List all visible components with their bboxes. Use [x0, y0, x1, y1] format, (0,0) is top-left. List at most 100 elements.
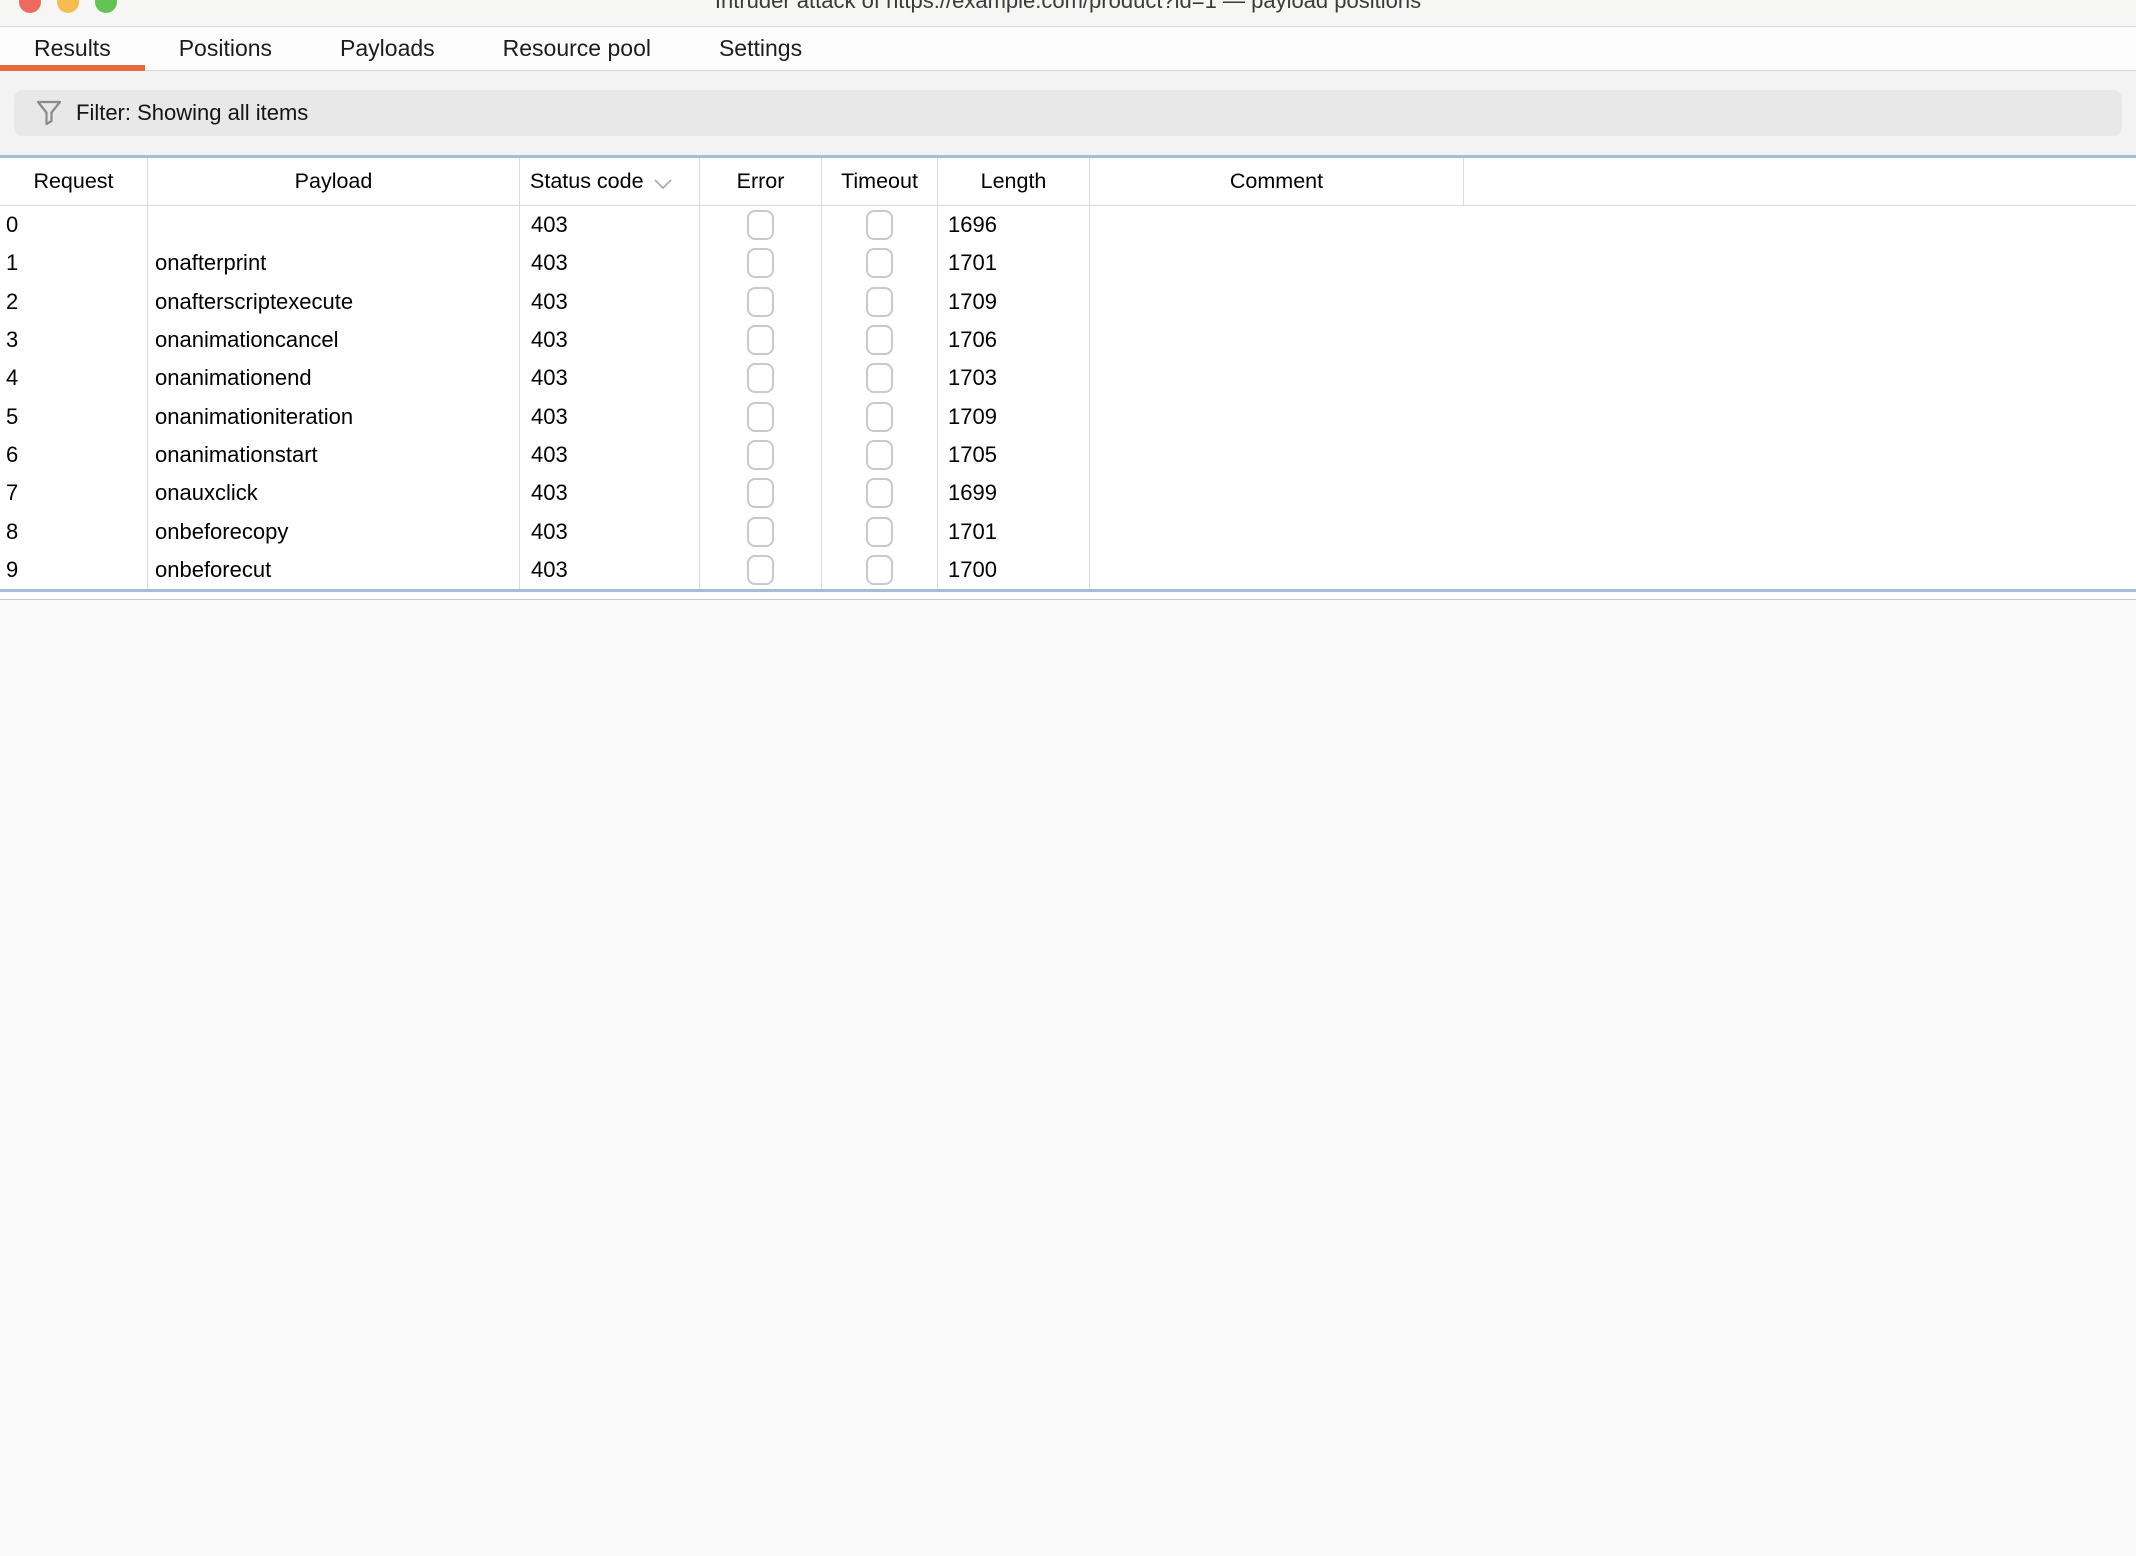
- status-code-cell: 403: [520, 551, 700, 589]
- timeout-checkbox[interactable]: [866, 248, 893, 278]
- payload-cell: onafterscriptexecute: [148, 283, 520, 321]
- request-cell: 8: [0, 512, 148, 550]
- table-header-row: Request Payload Status code Error Timeou…: [0, 158, 2136, 206]
- error-checkbox[interactable]: [747, 478, 774, 508]
- request-cell: 5: [0, 397, 148, 435]
- timeout-cell: [822, 436, 938, 474]
- error-checkbox[interactable]: [747, 402, 774, 432]
- status-code-cell: 403: [520, 359, 700, 397]
- comment-cell: [1090, 512, 1464, 550]
- intruder-tab-bar: Results Positions Payloads Resource pool…: [0, 27, 2136, 71]
- column-header-empty: [1464, 158, 2136, 205]
- timeout-checkbox[interactable]: [866, 287, 893, 317]
- error-cell: [700, 206, 822, 244]
- timeout-checkbox[interactable]: [866, 478, 893, 508]
- length-cell: 1701: [938, 512, 1090, 550]
- comment-cell: [1090, 244, 1464, 282]
- filter-bar[interactable]: Filter: Showing all items: [14, 90, 2122, 136]
- length-cell: 1709: [938, 397, 1090, 435]
- timeout-checkbox[interactable]: [866, 517, 893, 547]
- table-row[interactable]: 7 onauxclick 403 1699: [0, 474, 2136, 512]
- title-bar: Intruder attack of https://example.com/p…: [0, 0, 2136, 27]
- tab-resource-pool[interactable]: Resource pool: [469, 27, 685, 70]
- column-header-request[interactable]: Request: [0, 158, 148, 205]
- filter-band: Filter: Showing all items: [0, 71, 2136, 155]
- timeout-cell: [822, 321, 938, 359]
- table-row[interactable]: 2 onafterscriptexecute 403 1709: [0, 283, 2136, 321]
- request-cell: 0: [0, 206, 148, 244]
- error-checkbox[interactable]: [747, 325, 774, 355]
- payload-cell: onanimationiteration: [148, 397, 520, 435]
- table-row[interactable]: 1 onafterprint 403 1701: [0, 244, 2136, 282]
- table-row[interactable]: 6 onanimationstart 403 1705: [0, 436, 2136, 474]
- error-checkbox[interactable]: [747, 517, 774, 547]
- comment-cell: [1090, 551, 1464, 589]
- comment-cell: [1090, 321, 1464, 359]
- error-checkbox[interactable]: [747, 363, 774, 393]
- request-cell: 1: [0, 244, 148, 282]
- status-code-cell: 403: [520, 436, 700, 474]
- payload-cell: onbeforecopy: [148, 512, 520, 550]
- length-cell: 1706: [938, 321, 1090, 359]
- timeout-checkbox[interactable]: [866, 402, 893, 432]
- request-cell: 6: [0, 436, 148, 474]
- timeout-cell: [822, 397, 938, 435]
- column-header-comment[interactable]: Comment: [1090, 158, 1464, 205]
- status-code-cell: 403: [520, 321, 700, 359]
- results-table: Request Payload Status code Error Timeou…: [0, 155, 2136, 601]
- timeout-cell: [822, 206, 938, 244]
- table-row[interactable]: 3 onanimationcancel 403 1706: [0, 321, 2136, 359]
- payload-cell: onanimationend: [148, 359, 520, 397]
- tab-settings[interactable]: Settings: [685, 27, 836, 70]
- tab-results[interactable]: Results: [0, 27, 145, 70]
- table-row[interactable]: 4 onanimationend 403 1703: [0, 359, 2136, 397]
- comment-cell: [1090, 436, 1464, 474]
- status-code-cell: 403: [520, 397, 700, 435]
- tab-positions[interactable]: Positions: [145, 27, 306, 70]
- timeout-checkbox[interactable]: [866, 440, 893, 470]
- column-header-payload[interactable]: Payload: [148, 158, 520, 205]
- payload-cell: onafterprint: [148, 244, 520, 282]
- status-code-cell: 403: [520, 283, 700, 321]
- error-checkbox[interactable]: [747, 440, 774, 470]
- timeout-checkbox[interactable]: [866, 555, 893, 585]
- length-cell: 1705: [938, 436, 1090, 474]
- timeout-cell: [822, 244, 938, 282]
- error-cell: [700, 436, 822, 474]
- payload-cell: onanimationstart: [148, 436, 520, 474]
- error-cell: [700, 551, 822, 589]
- window-title: Intruder attack of https://example.com/p…: [0, 0, 2136, 12]
- length-cell: 1699: [938, 474, 1090, 512]
- column-header-timeout[interactable]: Timeout: [822, 158, 938, 205]
- length-cell: 1696: [938, 206, 1090, 244]
- timeout-checkbox[interactable]: [866, 325, 893, 355]
- table-row[interactable]: 0 403 1696: [0, 206, 2136, 244]
- request-cell: 4: [0, 359, 148, 397]
- error-checkbox[interactable]: [747, 210, 774, 240]
- table-row[interactable]: 8 onbeforecopy 403 1701: [0, 512, 2136, 550]
- funnel-icon: [36, 99, 62, 127]
- column-header-status-code[interactable]: Status code: [520, 158, 700, 205]
- error-checkbox[interactable]: [747, 248, 774, 278]
- error-checkbox[interactable]: [747, 287, 774, 317]
- timeout-checkbox[interactable]: [866, 363, 893, 393]
- status-code-cell: 403: [520, 512, 700, 550]
- error-cell: [700, 321, 822, 359]
- payload-cell: onbeforecut: [148, 551, 520, 589]
- timeout-checkbox[interactable]: [866, 210, 893, 240]
- status-code-cell: 403: [520, 206, 700, 244]
- timeout-cell: [822, 359, 938, 397]
- table-row[interactable]: 5 onanimationiteration 403 1709: [0, 397, 2136, 435]
- tab-payloads[interactable]: Payloads: [306, 27, 469, 70]
- length-cell: 1701: [938, 244, 1090, 282]
- column-header-error[interactable]: Error: [700, 158, 822, 205]
- length-cell: 1703: [938, 359, 1090, 397]
- table-row[interactable]: 9 onbeforecut 403 1700: [0, 551, 2136, 589]
- comment-cell: [1090, 474, 1464, 512]
- status-code-cell: 403: [520, 474, 700, 512]
- timeout-cell: [822, 474, 938, 512]
- comment-cell: [1090, 397, 1464, 435]
- column-header-length[interactable]: Length: [938, 158, 1090, 205]
- error-checkbox[interactable]: [747, 555, 774, 585]
- error-cell: [700, 359, 822, 397]
